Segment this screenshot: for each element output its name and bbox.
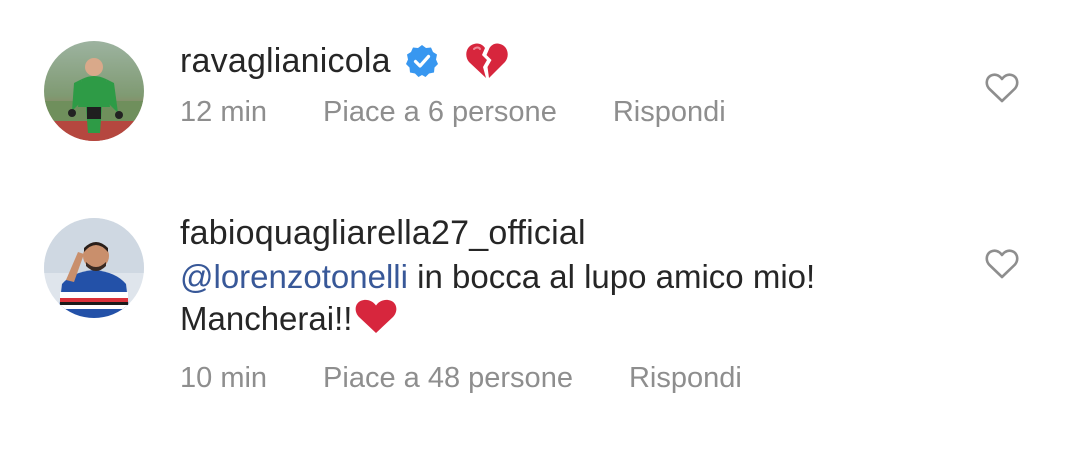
comment-text-line1: in bocca al lupo amico mio!	[407, 258, 816, 295]
username[interactable]: fabioquagliarella27_official	[180, 214, 586, 253]
mention-link[interactable]: @lorenzotonelli	[180, 258, 408, 295]
username[interactable]: ravaglianicola	[180, 42, 391, 81]
username-line: fabioquagliarella27_official	[180, 210, 960, 256]
avatar[interactable]	[44, 41, 144, 141]
likes-count-link[interactable]: Piace a 48 persone	[323, 362, 573, 395]
comment-text-line2: Mancherai!!	[180, 300, 353, 337]
timestamp: 10 min	[180, 362, 268, 394]
reply-button[interactable]: Rispondi	[613, 96, 726, 129]
timestamp: 12 min	[180, 96, 268, 128]
comment-body: ravaglianicola 12 min Piace a 6 persone …	[180, 38, 960, 129]
red-heart-icon	[354, 298, 398, 336]
like-heart-icon[interactable]	[985, 248, 1019, 280]
reply-button[interactable]: Rispondi	[629, 362, 742, 395]
avatar-photo-icon	[44, 218, 144, 318]
comment-text: @lorenzotonelli in bocca al lupo amico m…	[180, 256, 960, 340]
comment-meta: 12 min Piace a 6 persone Rispondi	[180, 96, 960, 129]
username-line: ravaglianicola	[180, 38, 960, 84]
broken-heart-icon	[465, 41, 509, 81]
likes-count-link[interactable]: Piace a 6 persone	[323, 96, 557, 129]
avatar[interactable]	[44, 218, 144, 318]
avatar-photo-icon	[44, 41, 144, 141]
comment-body: fabioquagliarella27_official @lorenzoton…	[180, 210, 960, 395]
verified-badge-icon	[405, 44, 439, 78]
comment-meta: 10 min Piace a 48 persone Rispondi	[180, 362, 960, 395]
like-heart-icon[interactable]	[985, 72, 1019, 104]
